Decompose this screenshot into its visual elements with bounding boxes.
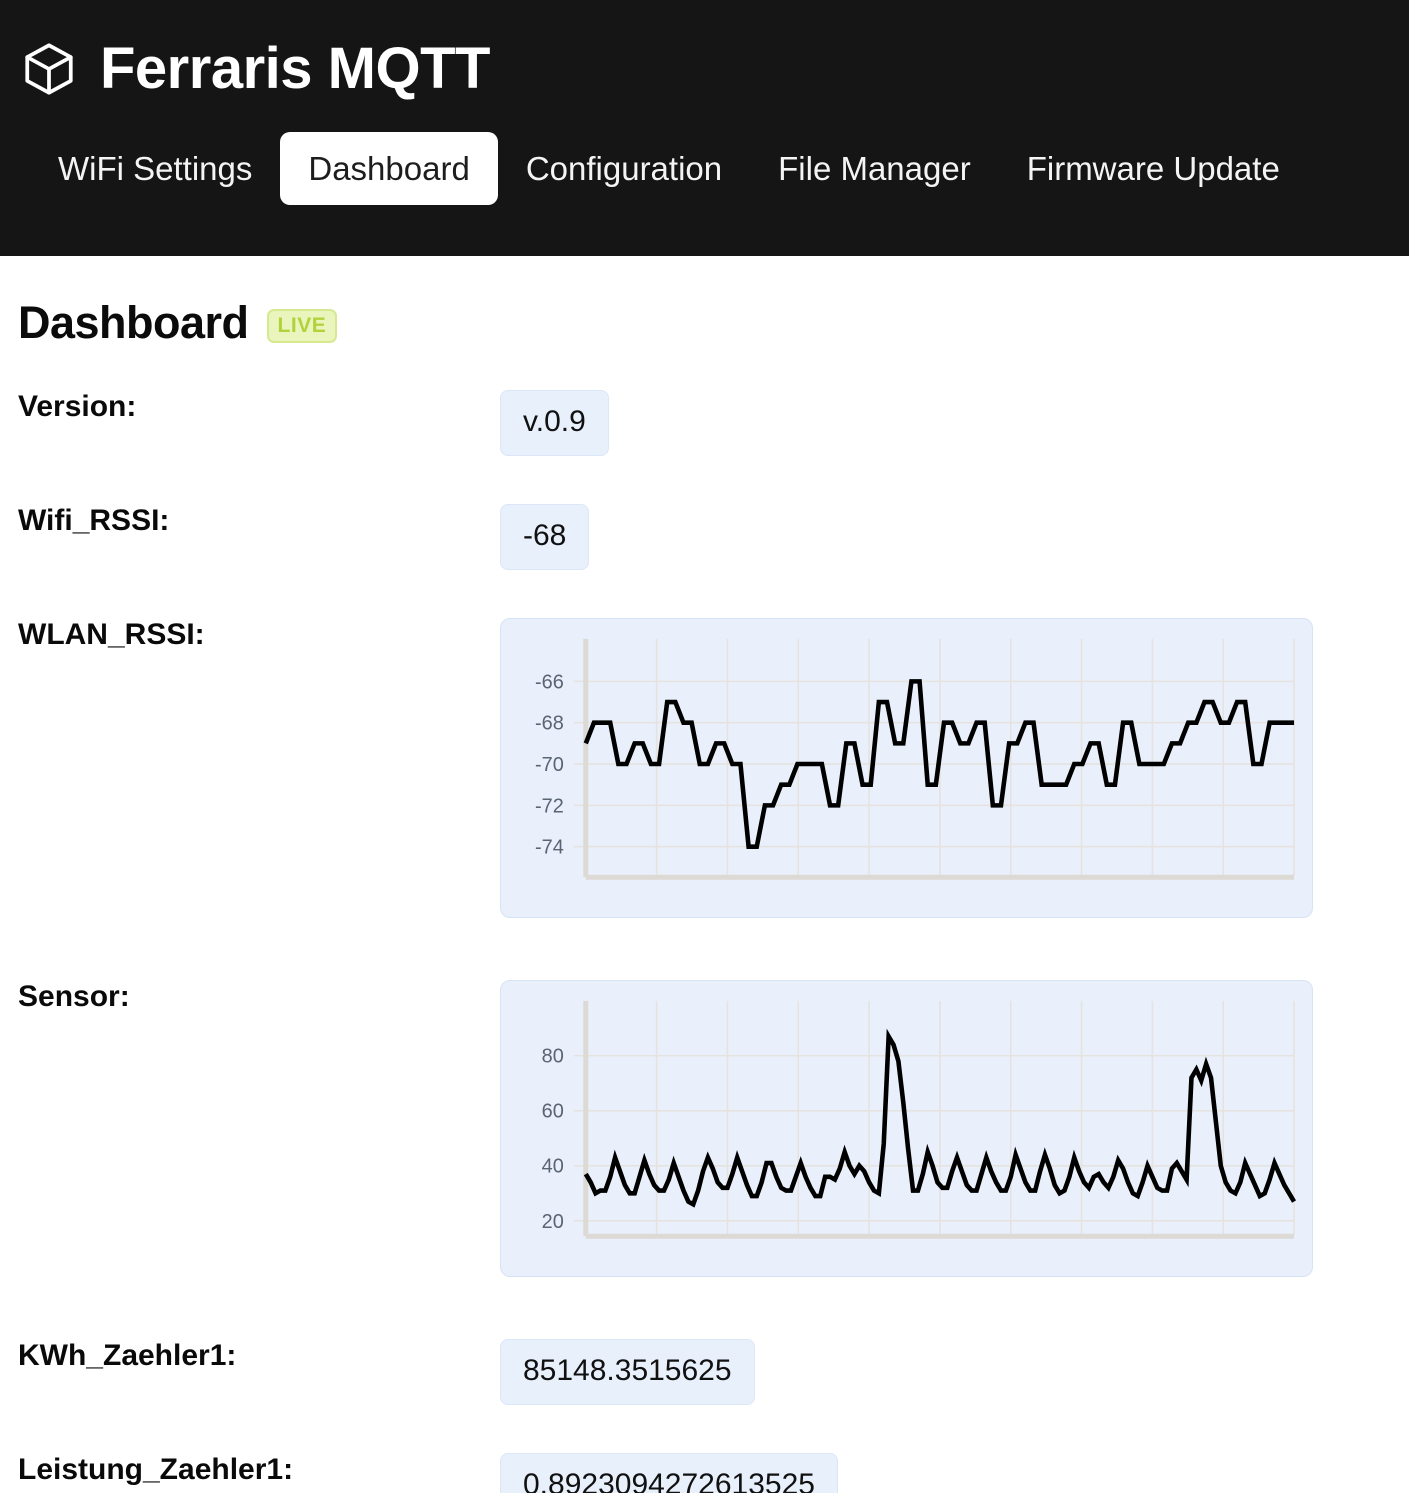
svg-text:-70: -70 bbox=[535, 754, 564, 776]
navbar: Ferraris MQTT WiFi Settings Dashboard Co… bbox=[0, 0, 1409, 256]
svg-text:-74: -74 bbox=[535, 837, 564, 859]
page-title: Dashboard bbox=[18, 296, 249, 348]
brand: Ferraris MQTT bbox=[0, 0, 1409, 110]
svg-text:-72: -72 bbox=[535, 795, 564, 817]
field-row-version: Version: v.0.9 bbox=[0, 390, 1409, 456]
svg-text:40: 40 bbox=[542, 1156, 564, 1178]
brand-title: Ferraris MQTT bbox=[100, 36, 490, 101]
field-row-leistung-zaehler1: Leistung_Zaehler1: 0.8923094272613525 bbox=[0, 1453, 1409, 1493]
chart-wlan-rssi: -66 -68 -70 -72 -74 bbox=[500, 618, 1313, 918]
field-row-sensor: Sensor: 80 60 40 20 bbox=[0, 980, 1409, 1277]
chart-wlan-rssi-svg: -66 -68 -70 -72 -74 bbox=[535, 638, 1295, 880]
value-version: v.0.9 bbox=[500, 390, 609, 456]
field-row-kwh-zaehler1: KWh_Zaehler1: 85148.3515625 bbox=[0, 1339, 1409, 1405]
value-wifi-rssi: -68 bbox=[500, 504, 590, 570]
nav-tabs: WiFi Settings Dashboard Configuration Fi… bbox=[0, 132, 1409, 205]
svg-text:-68: -68 bbox=[535, 713, 564, 735]
field-label: KWh_Zaehler1: bbox=[18, 1339, 237, 1372]
status-badge: LIVE bbox=[266, 309, 338, 343]
field-label: Sensor: bbox=[18, 980, 130, 1013]
page-header: Dashboard LIVE bbox=[0, 292, 1409, 352]
chart-sensor-svg: 80 60 40 20 bbox=[542, 1000, 1297, 1239]
value-kwh-zaehler1: 85148.3515625 bbox=[500, 1339, 755, 1405]
field-label: WLAN_RSSI: bbox=[18, 618, 205, 651]
cube-icon bbox=[25, 43, 73, 95]
field-label: Leistung_Zaehler1: bbox=[18, 1453, 294, 1486]
field-row-wifi-rssi: Wifi_RSSI: -68 bbox=[0, 504, 1409, 570]
tab-configuration[interactable]: Configuration bbox=[498, 132, 750, 205]
tab-file-manager[interactable]: File Manager bbox=[750, 132, 999, 205]
page-body: Dashboard LIVE Version: v.0.9 Wifi_RSSI:… bbox=[0, 256, 1409, 1493]
tab-dashboard[interactable]: Dashboard bbox=[280, 132, 498, 205]
svg-text:60: 60 bbox=[542, 1101, 564, 1123]
svg-text:80: 80 bbox=[542, 1046, 564, 1068]
field-label: Wifi_RSSI: bbox=[18, 504, 170, 537]
tab-wifi-settings[interactable]: WiFi Settings bbox=[30, 132, 280, 205]
tab-firmware-update[interactable]: Firmware Update bbox=[999, 132, 1308, 205]
field-label: Version: bbox=[18, 390, 137, 423]
svg-text:20: 20 bbox=[542, 1211, 564, 1233]
chart-sensor: 80 60 40 20 bbox=[500, 980, 1313, 1277]
svg-text:-66: -66 bbox=[535, 671, 564, 693]
field-row-wlan-rssi: WLAN_RSSI: -66 -68 -70 -72 -74 bbox=[0, 618, 1409, 918]
value-leistung-zaehler1: 0.8923094272613525 bbox=[500, 1453, 838, 1493]
dashboard-rows: Version: v.0.9 Wifi_RSSI: -68 WLAN_RSSI:… bbox=[0, 390, 1409, 1493]
